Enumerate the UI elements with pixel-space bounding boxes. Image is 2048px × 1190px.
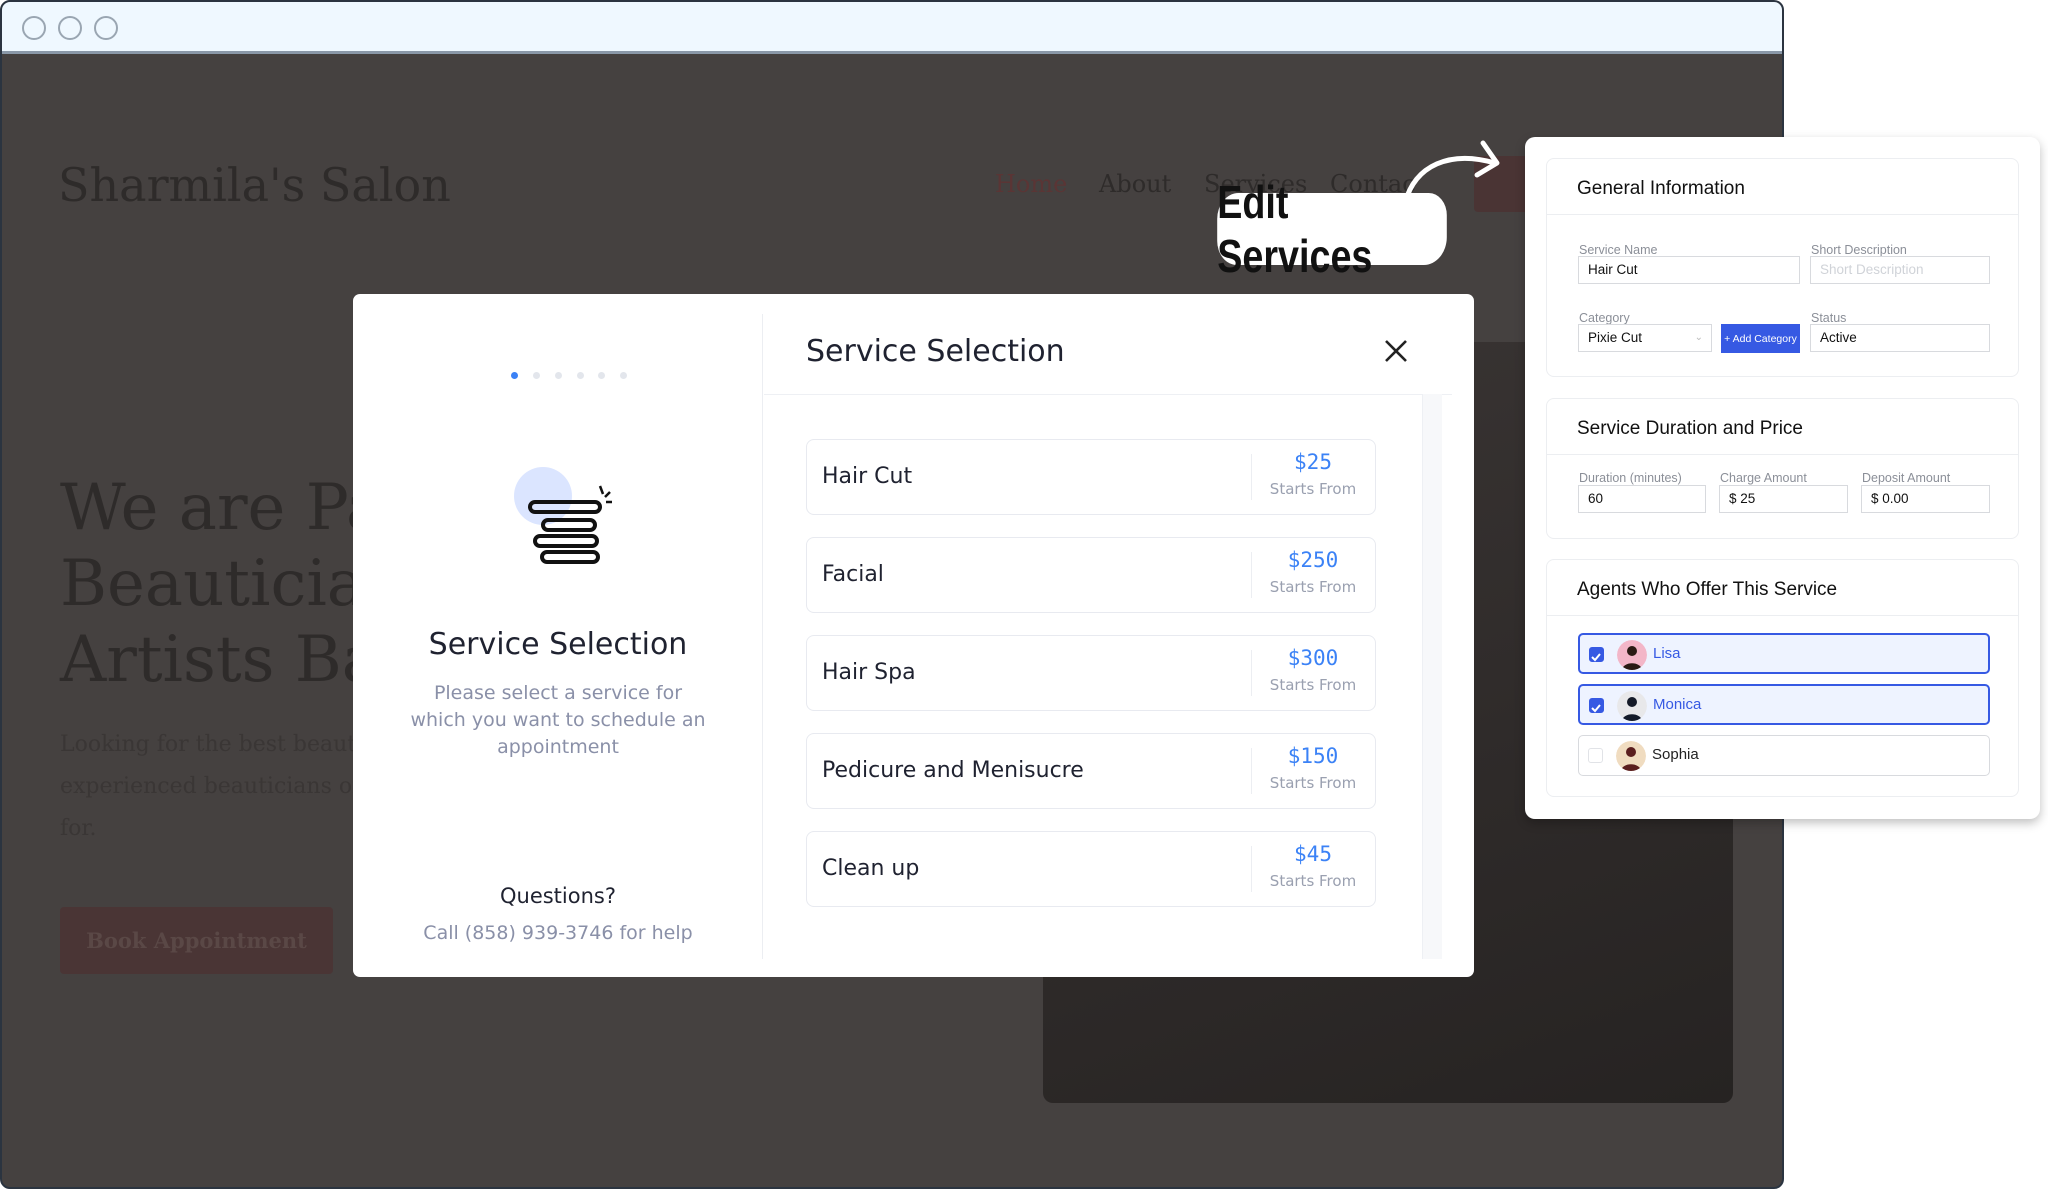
book-appointment-button[interactable]: Book Appointment [60,907,333,974]
agent-name: Lisa [1653,645,1681,662]
agent-name: Sophia [1652,746,1699,763]
service-name: Hair Spa [822,660,916,685]
duration-price-section: Service Duration and Price Duration (min… [1546,398,2019,539]
step-dot [620,372,627,379]
category-value: Pixie Cut [1588,330,1643,345]
modal-title: Service Selection [806,334,1065,369]
service-card[interactable]: Pedicure and Menisucre $150 Starts From [806,733,1376,809]
price-note: Starts From [1269,872,1357,890]
charge-label: Charge Amount [1720,471,1807,485]
agent-option[interactable]: Sophia [1578,735,1990,776]
divider [1547,214,2018,215]
status-label: Status [1811,311,1847,325]
para-line: Looking for the best beauty a [60,732,389,757]
step-dot [555,372,562,379]
agent-checkbox[interactable] [1589,698,1604,713]
agent-option[interactable]: Monica [1578,684,1990,725]
agent-avatar [1616,741,1646,771]
sidebar-title: Service Selection [428,627,688,662]
general-information-section: General Information Service Name Hair Cu… [1546,158,2019,377]
service-card[interactable]: Clean up $45 Starts From [806,831,1376,907]
section-title: Agents Who Offer This Service [1577,579,1838,600]
step-dot [598,372,605,379]
agent-avatar [1617,691,1647,721]
nav-about[interactable]: About [1099,170,1171,198]
hero-paragraph: Looking for the best beauty a experience… [60,724,391,850]
section-title: General Information [1577,178,1745,199]
window-minimize-button[interactable] [58,16,82,40]
service-name: Facial [822,562,884,587]
edit-service-panel: General Information Service Name Hair Cu… [1525,137,2040,819]
service-name: Clean up [822,856,920,881]
agent-option[interactable]: Lisa [1578,633,1990,674]
agent-checkbox[interactable] [1589,647,1604,662]
section-title: Service Duration and Price [1577,418,1803,439]
service-selection-modal: Service Selection Please select a servic… [353,294,1474,977]
service-price: $150 [1287,744,1339,768]
edit-services-callout: Edit Services [1217,176,1447,282]
para-line: experienced beauticians offer [60,774,392,799]
help-phone-link[interactable]: Call (858) 939-3746 for help [353,922,763,944]
short-description-input[interactable]: Short Description [1810,256,1990,284]
category-label: Category [1579,311,1630,325]
category-select[interactable]: Pixie Cut ⌄ [1578,324,1712,352]
scrollbar[interactable] [1422,394,1442,959]
price-note: Starts From [1269,774,1357,792]
step-dot-active [511,372,518,379]
window-close-button[interactable] [22,16,46,40]
title-bar [2,2,1782,54]
divider [1547,454,2018,455]
agent-name: Monica [1653,696,1702,713]
browser-window: Sharmila's Salon Home About Services Con… [0,0,1784,1189]
service-list-icon [514,467,612,564]
service-name-label: Service Name [1579,243,1658,257]
para-line: for. [60,816,97,841]
agent-avatar [1617,640,1647,670]
step-dot [577,372,584,379]
price-note: Starts From [1269,676,1357,694]
step-dot [533,372,540,379]
divider [1547,615,2018,616]
check-icon [1591,704,1601,713]
service-card[interactable]: Hair Cut $25 Starts From [806,439,1376,515]
service-price: $25 [1294,450,1332,474]
price-note: Starts From [1269,480,1357,498]
check-icon [1591,653,1601,662]
service-card[interactable]: Facial $250 Starts From [806,537,1376,613]
close-icon[interactable] [1383,338,1409,364]
service-name-input[interactable]: Hair Cut [1578,256,1800,284]
sidebar-description: Please select a service for which you wa… [410,682,706,758]
status-input[interactable]: Active [1810,324,1990,352]
service-name: Hair Cut [822,464,913,489]
deposit-input[interactable]: $ 0.00 [1861,485,1990,513]
agent-checkbox[interactable] [1588,748,1603,763]
service-price: $300 [1287,646,1339,670]
deposit-label: Deposit Amount [1862,471,1951,485]
chevron-down-icon: ⌄ [1694,332,1703,343]
site-logo[interactable]: Sharmila's Salon [58,158,451,212]
charge-input[interactable]: $ 25 [1719,485,1848,513]
add-category-button[interactable]: + Add Category [1721,324,1800,353]
short-description-label: Short Description [1811,243,1907,257]
window-maximize-button[interactable] [94,16,118,40]
modal-sidebar: Service Selection Please select a servic… [353,314,763,959]
service-card[interactable]: Hair Spa $300 Starts From [806,635,1376,711]
service-name: Pedicure and Menisucre [822,758,1084,783]
duration-input[interactable]: 60 [1578,485,1706,513]
service-price: $250 [1287,548,1339,572]
header-divider [764,394,1452,395]
questions-heading: Questions? [499,884,616,908]
service-price: $45 [1294,842,1332,866]
agents-section: Agents Who Offer This Service Lisa Monic… [1546,559,2019,797]
duration-label: Duration (minutes) [1579,471,1682,485]
price-note: Starts From [1269,578,1357,596]
nav-home[interactable]: Home [995,170,1067,198]
